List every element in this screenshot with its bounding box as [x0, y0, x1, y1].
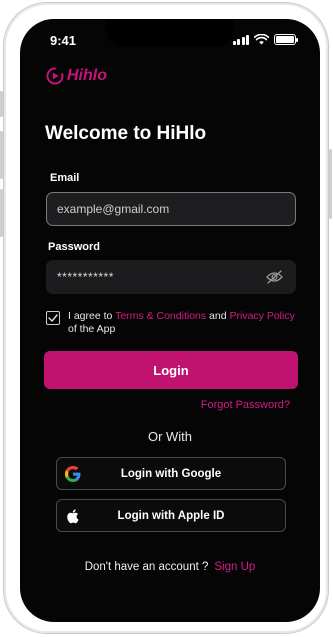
power-button	[329, 149, 332, 219]
volume-down-button	[0, 189, 3, 237]
email-placeholder: example@gmail.com	[57, 202, 170, 216]
status-time: 9:41	[50, 33, 77, 48]
play-logo-icon	[46, 67, 64, 85]
privacy-policy-link[interactable]: Privacy Policy	[230, 310, 295, 322]
apple-icon	[67, 509, 79, 524]
password-label: Password	[48, 241, 100, 253]
brand-logo: Hihlo	[46, 67, 107, 85]
password-value: ***********	[57, 270, 114, 284]
email-field[interactable]: example@gmail.com	[46, 192, 296, 226]
terms-and: and	[206, 310, 230, 322]
mute-switch	[0, 91, 3, 117]
email-label: Email	[50, 172, 80, 184]
page-title: Welcome to HiHlo	[45, 123, 207, 144]
password-field[interactable]: ***********	[46, 260, 296, 294]
signup-prompt: Don't have an account ? Sign Up	[20, 561, 320, 573]
battery-icon	[274, 34, 298, 45]
status-icons	[232, 34, 298, 45]
terms-conditions-link[interactable]: Terms & Conditions	[115, 310, 206, 322]
login-apple-label: Login with Apple ID	[117, 509, 225, 522]
app-screen: 9:41 Hihlo Welcome to HiHlo Email exampl…	[20, 19, 320, 622]
or-with-divider: Or With	[147, 429, 193, 444]
eye-off-icon[interactable]	[266, 270, 283, 284]
wifi-icon	[254, 34, 269, 45]
terms-text: I agree to Terms & Conditions and Privac…	[68, 310, 296, 336]
terms-agreement: I agree to Terms & Conditions and Privac…	[46, 310, 296, 336]
google-icon	[65, 466, 81, 482]
forgot-password-link[interactable]: Forgot Password?	[201, 399, 290, 411]
login-apple-button[interactable]: Login with Apple ID	[56, 499, 286, 532]
login-google-button[interactable]: Login with Google	[56, 457, 286, 490]
login-button[interactable]: Login	[44, 351, 298, 389]
terms-suffix: of the App	[68, 323, 116, 335]
terms-checkbox[interactable]	[46, 311, 60, 325]
notch	[106, 19, 234, 47]
cellular-signal-icon	[232, 34, 249, 45]
login-google-label: Login with Google	[120, 467, 222, 480]
volume-up-button	[0, 131, 3, 179]
phone-frame: 9:41 Hihlo Welcome to HiHlo Email exampl…	[0, 2, 332, 634]
signup-text: Don't have an account ?	[84, 561, 209, 573]
signup-link[interactable]: Sign Up	[214, 561, 255, 573]
checkmark-icon	[48, 314, 58, 322]
terms-prefix: I agree to	[68, 310, 116, 322]
brand-name: Hihlo	[67, 67, 107, 84]
